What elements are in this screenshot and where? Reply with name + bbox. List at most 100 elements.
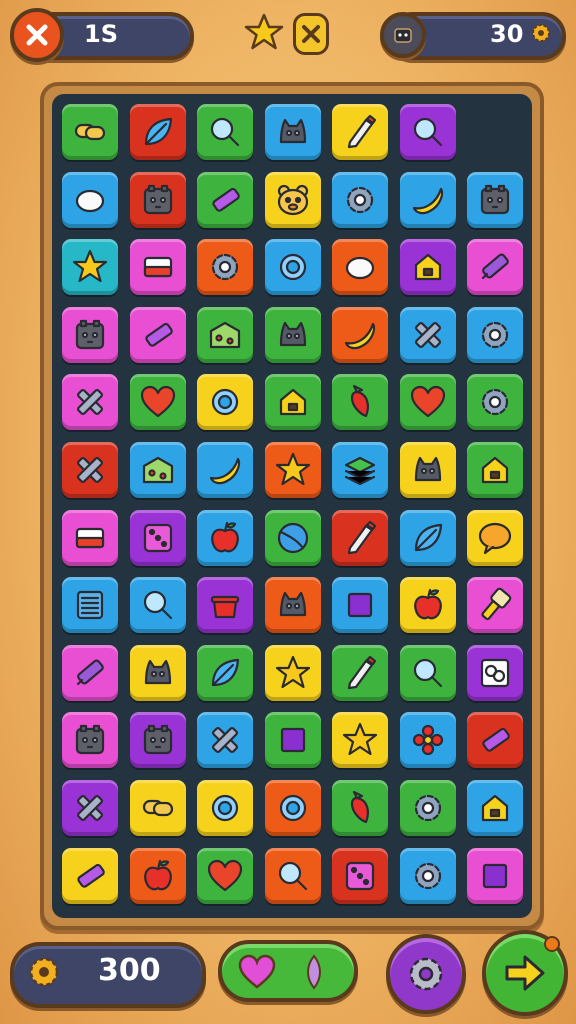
tile-house[interactable] xyxy=(264,374,321,431)
tile-pencil[interactable] xyxy=(332,104,388,160)
shuffle-badge[interactable] xyxy=(293,13,329,55)
tile-apple[interactable] xyxy=(399,577,456,634)
tile-ball[interactable] xyxy=(264,509,321,566)
tile-stack[interactable] xyxy=(332,442,388,498)
tile-gear[interactable] xyxy=(467,374,523,431)
tile-star[interactable] xyxy=(264,644,321,701)
tile-flower[interactable] xyxy=(399,712,456,769)
pencil-icon xyxy=(347,655,377,689)
apple-icon xyxy=(143,859,172,890)
tile-chain[interactable] xyxy=(62,104,118,160)
tile-gear[interactable] xyxy=(467,306,523,363)
tile-house[interactable] xyxy=(467,780,523,836)
cat-icon xyxy=(279,118,306,144)
tile-flag[interactable] xyxy=(129,239,186,296)
tile-square[interactable] xyxy=(264,712,321,769)
tile-box[interactable] xyxy=(197,306,253,363)
tile-gear[interactable] xyxy=(399,847,456,904)
tile-gear[interactable] xyxy=(399,780,456,836)
tile-gear[interactable] xyxy=(197,239,253,296)
tile-face[interactable] xyxy=(129,171,186,228)
tile-leaf[interactable] xyxy=(197,644,253,701)
close-button[interactable] xyxy=(10,8,64,62)
tile-cross[interactable] xyxy=(197,712,253,769)
tile-tube[interactable] xyxy=(129,306,186,363)
next-button[interactable] xyxy=(482,930,568,1016)
tile-heart[interactable] xyxy=(197,847,253,904)
tile-house[interactable] xyxy=(399,239,456,296)
tile-marker[interactable] xyxy=(467,239,523,296)
tile-pencil[interactable] xyxy=(332,509,388,566)
boost-button[interactable] xyxy=(218,940,358,1002)
tile-cross[interactable] xyxy=(399,306,456,363)
box-icon xyxy=(209,321,241,348)
tile-face[interactable] xyxy=(467,171,523,228)
tile-brush[interactable] xyxy=(467,577,523,634)
egg-icon xyxy=(75,189,105,212)
tube-icon xyxy=(77,863,105,888)
tile-star[interactable] xyxy=(62,239,118,296)
tile-links[interactable] xyxy=(467,644,523,701)
tile-tube[interactable] xyxy=(467,712,523,769)
tile-cross[interactable] xyxy=(62,442,118,498)
tile-marker[interactable] xyxy=(62,644,118,701)
tile-face[interactable] xyxy=(62,306,118,363)
tile-tube[interactable] xyxy=(197,171,253,228)
cat-icon xyxy=(279,321,306,346)
tile-cat[interactable] xyxy=(264,104,321,160)
tile-box[interactable] xyxy=(129,442,186,498)
tile-pepper[interactable] xyxy=(332,374,388,431)
tile-bubble[interactable] xyxy=(467,509,523,566)
tile-magnifier[interactable] xyxy=(264,847,321,904)
tile-ring[interactable] xyxy=(264,780,321,836)
flag-icon xyxy=(143,257,172,278)
tile-face[interactable] xyxy=(129,712,186,769)
player-avatar[interactable] xyxy=(380,12,426,58)
tile-magnifier[interactable] xyxy=(399,644,456,701)
tile-square[interactable] xyxy=(332,577,388,634)
tile-pepper[interactable] xyxy=(332,780,388,836)
tile-square[interactable] xyxy=(467,847,523,904)
tile-banana[interactable] xyxy=(399,171,456,228)
tile-apple[interactable] xyxy=(197,509,253,566)
tile-ring[interactable] xyxy=(264,239,321,296)
tile-flag[interactable] xyxy=(62,509,118,566)
tile-magnifier[interactable] xyxy=(197,104,253,160)
tile-leaf[interactable] xyxy=(129,104,186,160)
tile-dice[interactable] xyxy=(332,847,388,904)
tile-banana[interactable] xyxy=(197,442,253,498)
tile-egg[interactable] xyxy=(62,171,118,228)
tile-tube[interactable] xyxy=(62,847,118,904)
tile-dice[interactable] xyxy=(129,509,186,566)
star-icon xyxy=(342,723,378,756)
tile-cat[interactable] xyxy=(264,577,321,634)
tile-ring[interactable] xyxy=(197,780,253,836)
tile-face[interactable] xyxy=(62,712,118,769)
tile-cross[interactable] xyxy=(62,374,118,431)
tile-magnifier[interactable] xyxy=(129,577,186,634)
ring-icon xyxy=(279,794,306,822)
tile-leaf[interactable] xyxy=(399,509,456,566)
tile-cat[interactable] xyxy=(399,442,456,498)
tile-ring[interactable] xyxy=(197,374,253,431)
gear-icon xyxy=(481,321,509,348)
tile-house[interactable] xyxy=(467,442,523,498)
tile-magnifier[interactable] xyxy=(399,104,456,160)
tile-bear[interactable] xyxy=(264,171,321,228)
tile-banana[interactable] xyxy=(332,306,388,363)
tile-grid[interactable] xyxy=(62,577,118,634)
tile-cross[interactable] xyxy=(62,780,118,836)
tile-heart[interactable] xyxy=(399,374,456,431)
tile-cat[interactable] xyxy=(129,644,186,701)
tile-pencil[interactable] xyxy=(332,644,388,701)
tile-heart[interactable] xyxy=(129,374,186,431)
tile-cat[interactable] xyxy=(264,306,321,363)
tile-gear[interactable] xyxy=(332,171,388,228)
tile-pot[interactable] xyxy=(197,577,253,634)
tile-egg[interactable] xyxy=(332,239,388,296)
tile-chain[interactable] xyxy=(129,780,186,836)
tile-star[interactable] xyxy=(264,442,321,498)
settings-button[interactable] xyxy=(386,934,466,1014)
tile-star[interactable] xyxy=(332,712,388,769)
tile-apple[interactable] xyxy=(129,847,186,904)
